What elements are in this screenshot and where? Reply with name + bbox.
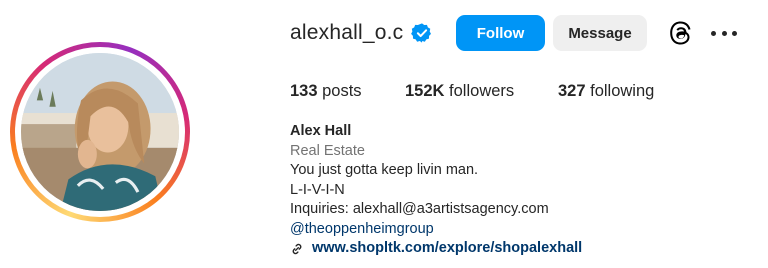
dot-icon [732,30,737,36]
bio-line: You just gotta keep livin man. [290,162,479,178]
following-stat[interactable]: 327 following [558,82,654,101]
avatar-gap [15,47,185,217]
follow-button[interactable]: Follow [456,15,545,51]
posts-label: posts [322,82,362,100]
more-options-icon[interactable] [711,24,737,42]
bio-section: Alex Hall Real Estate You just gotta kee… [290,122,582,259]
following-label: following [590,82,655,100]
verified-badge-icon [411,22,433,44]
link-icon [290,242,304,256]
message-button[interactable]: Message [553,15,647,51]
profile-header: alexhall_o.c [290,14,433,52]
profile-photo [21,53,179,211]
followers-label: followers [449,82,515,100]
bio-line: Inquiries: alexhall@a3artistsagency.com [290,201,549,217]
display-name: Alex Hall [290,123,352,139]
posts-count: 133 [290,82,318,100]
dot-icon [711,30,716,36]
external-link[interactable]: www.shopltk.com/explore/shopalexhall [290,239,582,259]
bio-line: L-I-V-I-N [290,181,345,198]
followers-count: 152K [405,82,445,100]
following-count: 327 [558,82,586,100]
story-ring[interactable] [10,42,190,222]
mention-link[interactable]: @theoppenheimgroup [290,220,582,240]
username: alexhall_o.c [290,21,404,44]
threads-icon[interactable] [668,20,694,46]
dot-icon [721,30,727,36]
followers-stat[interactable]: 152K followers [405,82,514,101]
avatar[interactable] [21,53,179,211]
external-link-text: www.shopltk.com/explore/shopalexhall [312,240,583,256]
category-label: Real Estate [290,142,365,159]
posts-stat[interactable]: 133 posts [290,82,362,101]
